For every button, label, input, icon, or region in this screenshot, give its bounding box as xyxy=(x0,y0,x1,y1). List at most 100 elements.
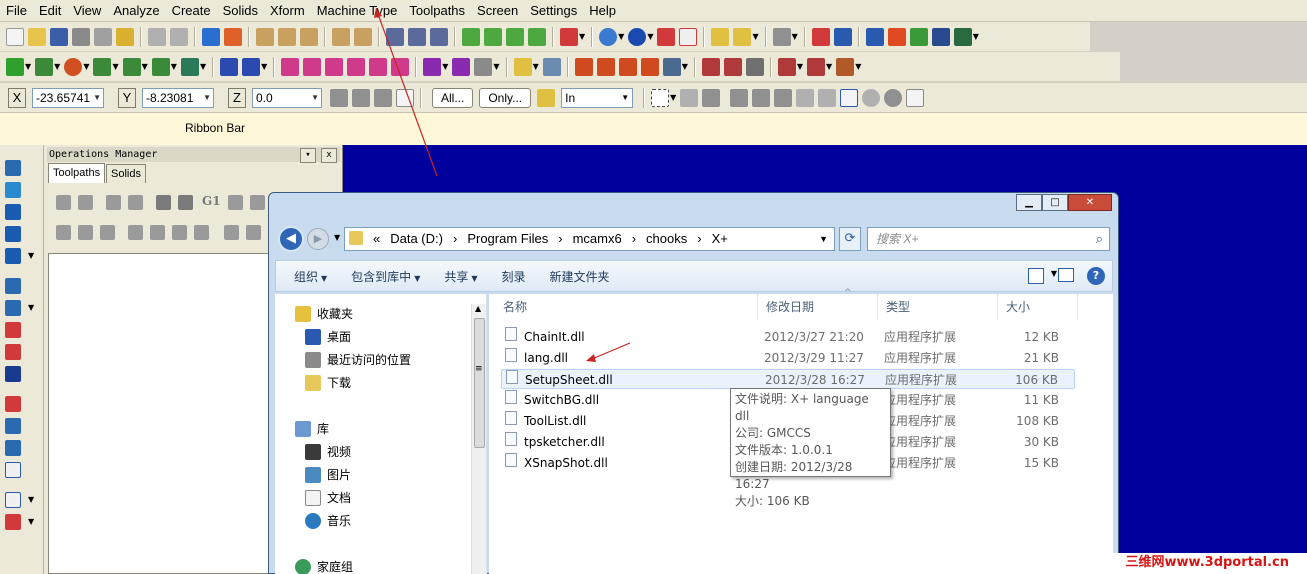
view-side-icon[interactable] xyxy=(506,27,524,46)
menu-machine-type[interactable]: Machine Type xyxy=(317,3,398,18)
globe-icon[interactable] xyxy=(599,27,618,46)
address-bar[interactable]: « Data (D:) › Program Files › mcamx6 › c… xyxy=(344,227,835,251)
dropdown-arrow-icon[interactable]: ▼ xyxy=(442,62,448,71)
post-ops-icon[interactable] xyxy=(228,195,243,210)
window-select-icon[interactable] xyxy=(651,88,670,107)
rotate-icon[interactable] xyxy=(303,57,322,76)
dropdown-arrow-icon[interactable]: ▼ xyxy=(83,62,89,71)
dropdown-arrow-icon[interactable]: ▼ xyxy=(54,62,60,71)
exclamation-icon[interactable] xyxy=(352,88,370,107)
zoom-unzoom-icon[interactable] xyxy=(332,27,350,46)
wave-ops-icon[interactable] xyxy=(78,225,93,240)
verify-selection-icon[interactable] xyxy=(840,88,859,107)
window-mode-select[interactable]: In ▼ xyxy=(561,87,634,108)
boolean-icon[interactable] xyxy=(5,300,21,316)
select-only-button[interactable]: Only... xyxy=(479,87,532,108)
print-preview-icon[interactable] xyxy=(94,27,112,46)
verify-icon[interactable] xyxy=(909,27,928,46)
offset-icon[interactable] xyxy=(347,57,366,76)
dropdown-arrow-icon[interactable]: ▼ xyxy=(171,62,177,71)
column-size[interactable]: 大小 xyxy=(998,294,1078,320)
extrude-icon[interactable] xyxy=(5,160,21,176)
pan-icon[interactable] xyxy=(202,27,220,46)
dropdown-arrow-icon[interactable]: ▼ xyxy=(855,62,861,71)
maximize-button[interactable]: □ xyxy=(1042,194,1068,211)
insert-arrow-icon[interactable] xyxy=(172,225,187,240)
breadcrumb-separator[interactable]: › xyxy=(697,228,701,250)
expand-ops-icon[interactable] xyxy=(246,225,261,240)
solid-color-icon[interactable] xyxy=(5,514,21,530)
surface-offset-icon[interactable] xyxy=(723,57,742,76)
dropdown-arrow-icon[interactable]: ▼ xyxy=(311,89,319,107)
dropdown-arrow-icon[interactable]: ▼ xyxy=(826,62,832,71)
share-button[interactable]: 共享 ▼ xyxy=(444,268,477,285)
analyze-icon[interactable] xyxy=(733,27,752,46)
solid-face-icon[interactable] xyxy=(730,88,749,107)
dropdown-arrow-icon[interactable]: ▼ xyxy=(28,517,34,526)
tool-icon[interactable] xyxy=(408,27,426,46)
clear-selection-icon[interactable] xyxy=(884,88,903,107)
dropdown-arrow-icon[interactable]: ▼ xyxy=(493,62,499,71)
file-row[interactable]: lang.dll 2012/3/29 11:27 应用程序扩展 21 KB xyxy=(501,348,1075,368)
dropdown-arrow-icon[interactable]: ▼ xyxy=(797,62,803,71)
nav-pictures[interactable]: 图片 xyxy=(305,466,351,484)
bulb-icon[interactable] xyxy=(513,57,532,76)
sphere-shade-icon[interactable] xyxy=(628,27,647,46)
view-iso-icon[interactable] xyxy=(528,27,546,46)
dropdown-arrow-icon[interactable]: ▼ xyxy=(28,495,34,504)
repaint-icon[interactable] xyxy=(224,27,242,46)
select-all-button[interactable]: All... xyxy=(432,87,474,108)
lock-ops-icon[interactable] xyxy=(56,225,71,240)
nav-documents[interactable]: 文档 xyxy=(305,489,351,507)
fillet-solid-icon[interactable] xyxy=(5,248,21,264)
lock-icon[interactable] xyxy=(374,88,392,107)
dropdown-arrow-icon[interactable]: ▼ xyxy=(579,32,585,41)
nav-music[interactable]: 音乐 xyxy=(305,512,351,530)
loft-solid-icon[interactable] xyxy=(5,226,21,242)
file-row-hovered[interactable]: SetupSheet.dll 2012/3/28 16:27 应用程序扩展 10… xyxy=(501,369,1075,389)
breadcrumb-xplus[interactable]: X+ xyxy=(712,228,728,250)
nav-favorites[interactable]: 收藏夹 xyxy=(295,305,353,323)
tab-solids[interactable]: Solids xyxy=(106,164,146,183)
solid-extrude-icon[interactable] xyxy=(777,57,796,76)
zoom-fit-icon[interactable] xyxy=(278,27,296,46)
move-up-icon[interactable] xyxy=(150,225,165,240)
dropdown-arrow-icon[interactable]: ▼ xyxy=(25,62,31,71)
close-button[interactable]: ✕ xyxy=(1068,194,1112,211)
translate-icon[interactable] xyxy=(281,57,300,76)
view-top-icon[interactable] xyxy=(462,27,480,46)
selection-help-icon[interactable] xyxy=(906,88,925,107)
trophy-icon[interactable] xyxy=(116,27,134,46)
solid-layout-icon[interactable] xyxy=(5,492,21,508)
layout-icon[interactable] xyxy=(5,396,21,412)
menu-screen[interactable]: Screen xyxy=(477,3,518,18)
project-icon[interactable] xyxy=(474,57,493,76)
cube-view-icon[interactable] xyxy=(560,27,578,46)
breadcrumb-drive[interactable]: Data (D:) xyxy=(390,228,443,250)
nav-scrollbar[interactable]: ▲ ≡ xyxy=(471,304,486,574)
nav-homegroup[interactable]: 家庭组 xyxy=(295,558,353,574)
rectangle-icon[interactable] xyxy=(93,57,112,76)
measure-icon[interactable] xyxy=(711,27,730,46)
sum-icon[interactable] xyxy=(931,27,950,46)
high-speed-verify-icon[interactable] xyxy=(250,195,265,210)
redo-icon[interactable] xyxy=(170,27,188,46)
minimize-button[interactable]: ▁ xyxy=(1016,194,1042,211)
nav-downloads[interactable]: 下载 xyxy=(305,374,351,392)
surface-trim-icon[interactable] xyxy=(745,57,764,76)
select-dirty-icon[interactable] xyxy=(78,195,93,210)
sweep-icon[interactable] xyxy=(5,204,21,220)
search-icon[interactable]: ⌕ xyxy=(1096,228,1103,250)
trim-icon[interactable] xyxy=(220,57,239,76)
shell-icon[interactable] xyxy=(5,278,21,294)
remove-faces-icon[interactable] xyxy=(5,440,21,456)
chamfer-icon[interactable] xyxy=(151,57,170,76)
breadcrumb-separator[interactable]: › xyxy=(632,228,636,250)
sort-ops-icon[interactable] xyxy=(224,225,239,240)
post-icon[interactable] xyxy=(865,27,884,46)
menu-analyze[interactable]: Analyze xyxy=(113,3,159,18)
dropdown-arrow-icon[interactable]: ▼ xyxy=(682,62,688,71)
nav-desktop[interactable]: 桌面 xyxy=(305,328,351,346)
column-type[interactable]: 类型 xyxy=(878,294,998,320)
dropdown-arrow-icon[interactable]: ▼ xyxy=(203,89,211,107)
